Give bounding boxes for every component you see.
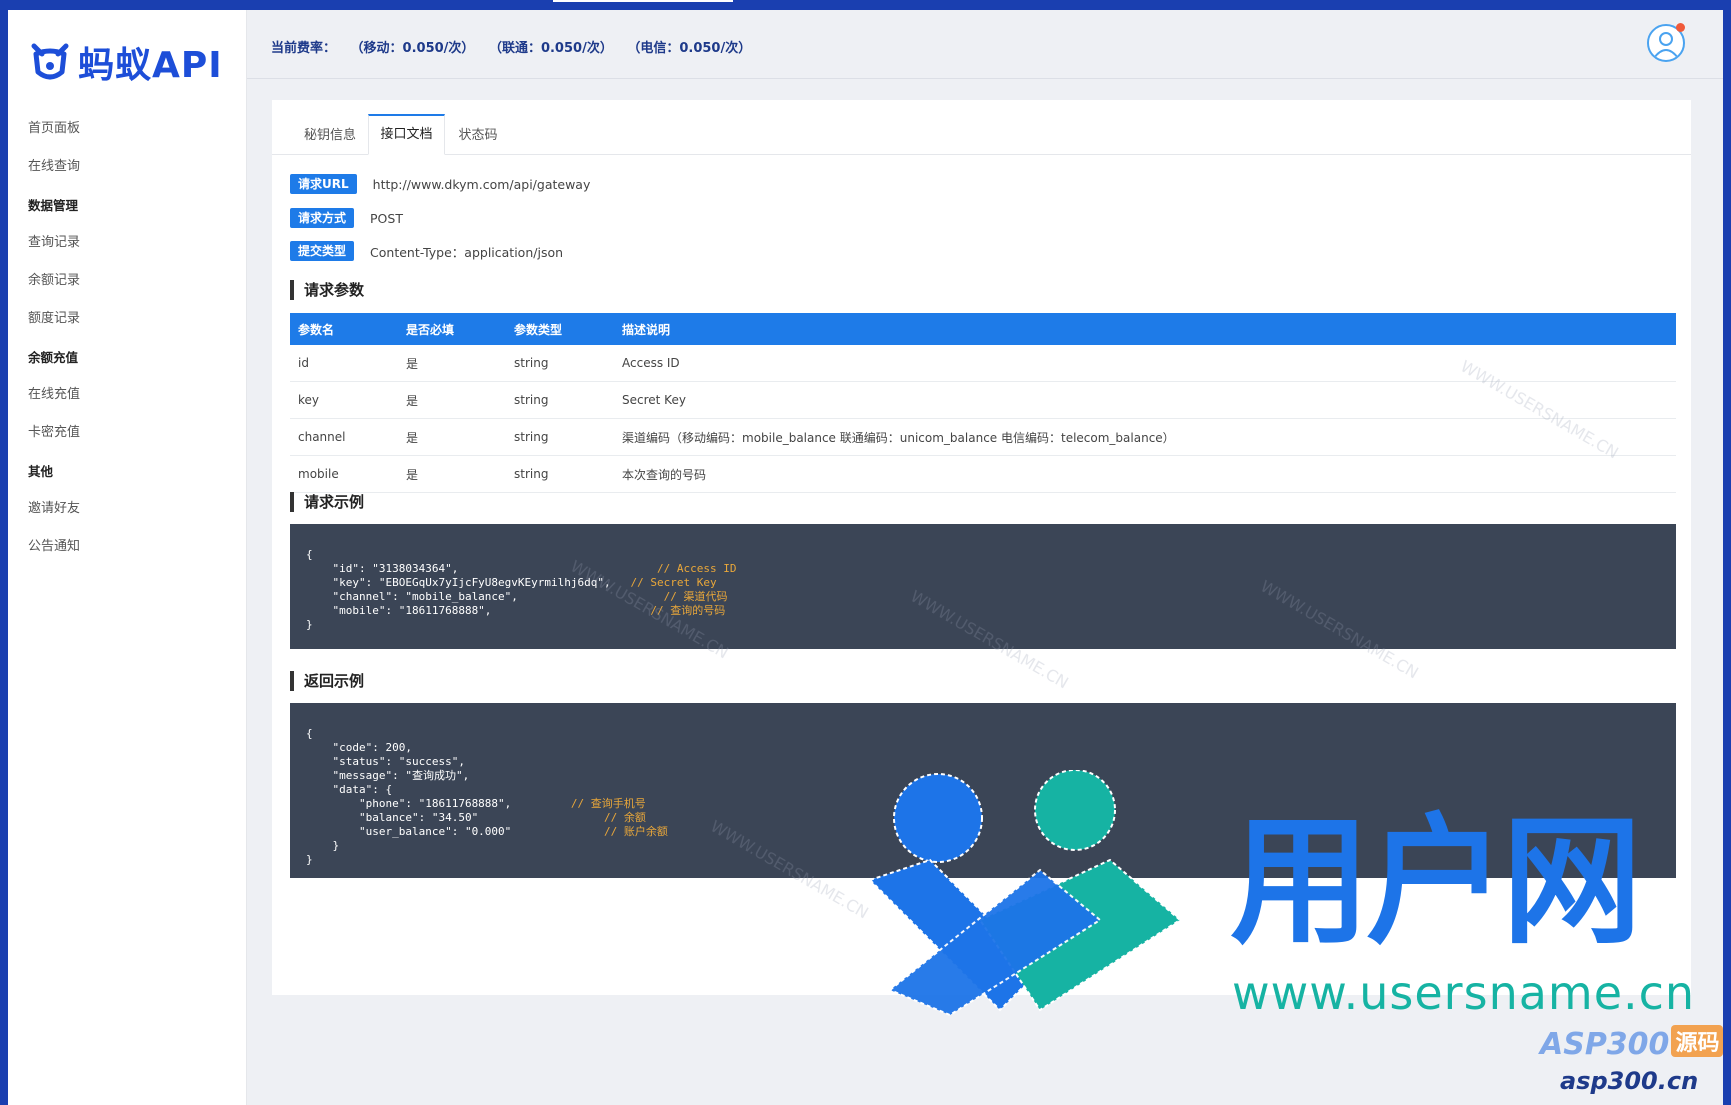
sidebar-menu: 首页面板 在线查询 数据管理 查询记录 余额记录 额度记录 余额充值 在线充值 … xyxy=(8,110,246,566)
code-line: "phone": "18611768888", xyxy=(306,797,512,810)
code-line: } xyxy=(306,618,313,631)
code-comment: // 余额 xyxy=(604,811,646,824)
cell-required: 是 xyxy=(398,418,506,456)
cell-description: Access ID xyxy=(614,345,1676,382)
notification-dot xyxy=(1676,23,1685,32)
sidebar-item-query-records[interactable]: 查询记录 xyxy=(8,224,246,262)
request-example-code[interactable]: { "id": "3138034364", // Access ID "key"… xyxy=(290,524,1676,649)
code-line: } xyxy=(306,853,313,866)
logo-text: 蚂蚁API xyxy=(78,45,223,86)
sidebar-group-data: 数据管理 xyxy=(28,198,79,213)
section-request-params: 请求参数 xyxy=(290,280,364,300)
tab-highlight xyxy=(553,0,733,2)
content-type-tag: 提交类型 xyxy=(290,241,355,261)
col-description: 描述说明 xyxy=(614,313,1676,345)
watermark-logo-icon xyxy=(868,770,1182,1017)
cell-required: 是 xyxy=(398,455,506,493)
cell-param-name: channel xyxy=(290,418,398,456)
watermark-asp-url: asp300.cn xyxy=(1560,1067,1699,1095)
request-url-row: 请求URL http://www.dkym.com/api/gateway xyxy=(290,173,590,195)
cell-param-type: string xyxy=(506,455,614,493)
code-line: "status": "success", xyxy=(306,755,465,768)
table-row: mobile 是 string 本次查询的号码 xyxy=(290,455,1676,493)
col-param-type: 参数类型 xyxy=(506,313,614,345)
col-param-name: 参数名 xyxy=(290,313,398,345)
sidebar-item-home[interactable]: 首页面板 xyxy=(8,110,246,148)
watermark-brand: 用户网 xyxy=(1230,801,1642,964)
cell-param-name: key xyxy=(290,381,398,419)
sidebar-group-recharge: 余额充值 xyxy=(28,350,79,365)
section-response-example: 返回示例 xyxy=(290,671,364,691)
cell-param-name: mobile xyxy=(290,455,398,493)
code-line: "data": { xyxy=(306,783,393,796)
logo[interactable]: 蚂蚁API xyxy=(28,34,223,90)
code-comment: // 查询手机号 xyxy=(570,797,646,810)
sidebar-item-online-recharge[interactable]: 在线充值 xyxy=(8,376,246,414)
watermark-asp-text: ASP300 xyxy=(1540,1027,1670,1062)
sidebar-item-balance-records[interactable]: 余额记录 xyxy=(8,262,246,300)
col-required: 是否必填 xyxy=(398,313,506,345)
tab-api-docs[interactable]: 接口文档 xyxy=(368,114,445,155)
table-header-row: 参数名 是否必填 参数类型 描述说明 xyxy=(290,313,1676,345)
code-comment: // 渠道代码 xyxy=(663,590,728,603)
request-url-tag: 请求URL xyxy=(290,174,357,194)
rate-label: 当前费率： xyxy=(271,41,337,56)
code-comment: // 账户余额 xyxy=(604,825,668,838)
header: 当前费率： （移动：0.050/次） （联通：0.050/次） （电信：0.05… xyxy=(247,10,1723,79)
window-top-strip xyxy=(0,0,1731,10)
code-line: { xyxy=(306,548,313,561)
sidebar-item-card-recharge[interactable]: 卡密充值 xyxy=(8,414,246,452)
cell-description: 本次查询的号码 xyxy=(614,455,1676,493)
rate-info: 当前费率： （移动：0.050/次） （联通：0.050/次） （电信：0.05… xyxy=(271,37,761,56)
cell-required: 是 xyxy=(398,381,506,419)
code-line: "message": "查询成功", xyxy=(306,769,470,782)
table-row: id 是 string Access ID xyxy=(290,345,1676,382)
cell-param-type: string xyxy=(506,345,614,382)
sidebar-item-quota-records[interactable]: 额度记录 xyxy=(8,300,246,338)
rate-unicom: （联通：0.050/次） xyxy=(488,41,613,56)
content-type-value: Content-Type：application/json xyxy=(370,244,564,260)
code-line: "id": "3138034364", xyxy=(306,562,459,575)
ant-logo-icon xyxy=(31,43,69,80)
tab-status-codes[interactable]: 状态码 xyxy=(445,114,511,154)
section-request-example: 请求示例 xyxy=(290,492,364,512)
code-line: "key": "EBOEGqUx7yIjcFyU8egvKEyrmilhj6dq… xyxy=(306,576,611,589)
cell-param-name: id xyxy=(290,345,398,382)
tab-bar: 秘钥信息 接口文档 状态码 xyxy=(272,100,1691,155)
code-line: "mobile": "18611768888", xyxy=(306,604,492,617)
request-method-tag: 请求方式 xyxy=(290,208,355,228)
sidebar-item-invite[interactable]: 邀请好友 xyxy=(8,490,246,528)
code-comment: // 查询的号码 xyxy=(650,604,726,617)
sidebar-item-online-query[interactable]: 在线查询 xyxy=(8,148,246,186)
cell-required: 是 xyxy=(398,345,506,382)
sidebar-item-notice[interactable]: 公告通知 xyxy=(8,528,246,566)
code-line: "channel": "mobile_balance", xyxy=(306,590,518,603)
table-row: channel 是 string 渠道编码（移动编码：mobile_balanc… xyxy=(290,418,1676,456)
code-comment: // Secret Key xyxy=(630,576,717,589)
code-line: } xyxy=(306,839,340,852)
cell-param-type: string xyxy=(506,418,614,456)
code-line: "balance": "34.50" xyxy=(306,811,479,824)
cell-description: 渠道编码（移动编码：mobile_balance 联通编码：unicom_bal… xyxy=(614,418,1676,456)
tab-secret-info[interactable]: 秘钥信息 xyxy=(292,114,368,154)
cell-param-type: string xyxy=(506,381,614,419)
sidebar-group-other: 其他 xyxy=(28,464,54,479)
sidebar: 蚂蚁API 首页面板 在线查询 数据管理 查询记录 余额记录 额度记录 余额充值… xyxy=(8,10,247,1105)
request-url-value: http://www.dkym.com/api/gateway xyxy=(372,176,591,192)
code-line: { xyxy=(306,727,313,740)
request-method-row: 请求方式 POST xyxy=(290,207,403,229)
code-line: "code": 200, xyxy=(306,741,412,754)
cell-description: Secret Key xyxy=(614,381,1676,419)
watermark-asp: ASP300 源码 xyxy=(1540,1025,1724,1062)
request-method-value: POST xyxy=(370,210,403,226)
code-comment: // Access ID xyxy=(657,562,737,575)
rate-mobile: （移动：0.050/次） xyxy=(350,41,475,56)
watermark-asp-badge: 源码 xyxy=(1671,1025,1724,1057)
params-table: 参数名 是否必填 参数类型 描述说明 id 是 string Access ID… xyxy=(290,313,1676,493)
table-row: key 是 string Secret Key xyxy=(290,381,1676,419)
content-type-row: 提交类型 Content-Type：application/json xyxy=(290,240,563,262)
code-line: "user_balance": "0.000" xyxy=(306,825,512,838)
rate-telecom: （电信：0.050/次） xyxy=(627,41,752,56)
watermark-url: www.usersname.cn xyxy=(1232,966,1696,1020)
